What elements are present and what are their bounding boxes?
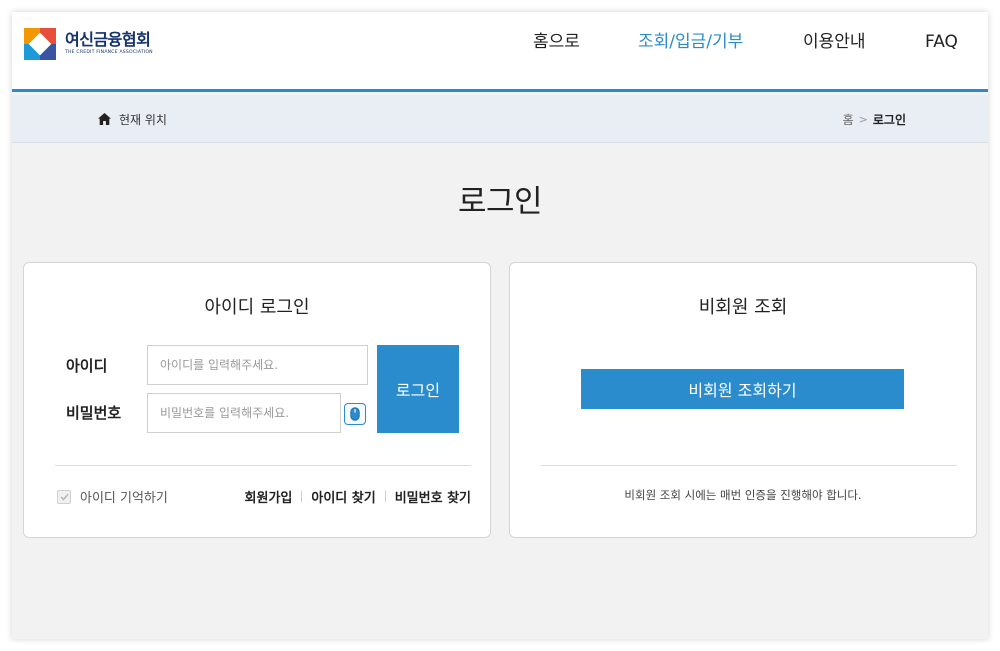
- guest-inquiry-button[interactable]: 비회원 조회하기: [581, 369, 904, 409]
- logo-name: 여신금융협회: [65, 30, 151, 50]
- remember-id: 아이디 기억하기: [57, 487, 168, 506]
- password-input[interactable]: [147, 393, 341, 433]
- site-header: 여신금융협회 THE CREDIT FINANCE ASSOCIATION 홈으…: [12, 12, 988, 92]
- current-location-label: 현재 위치: [119, 112, 167, 127]
- breadcrumb-home[interactable]: 홈: [843, 111, 854, 128]
- nav-home[interactable]: 홈으로: [533, 12, 580, 92]
- id-input[interactable]: [147, 345, 368, 385]
- nav-faq[interactable]: FAQ: [925, 12, 958, 92]
- guest-inquiry-note: 비회원 조회 시에는 매번 인증을 진행해야 합니다.: [624, 488, 862, 502]
- breadcrumb-separator: >: [858, 112, 868, 126]
- guest-inquiry-title: 비회원 조회: [698, 297, 788, 318]
- link-divider: [384, 491, 386, 502]
- page-title: 로그인: [457, 184, 543, 220]
- id-login-title: 아이디 로그인: [204, 297, 310, 318]
- id-login-panel: 아이디 로그인 아이디 비밀번호 로그인 아이디 기억하기 회원가입 아이디 찾…: [23, 262, 491, 538]
- account-links: 회원가입 아이디 찾기 비밀번호 찾기: [245, 487, 471, 506]
- password-label: 비밀번호: [66, 404, 122, 422]
- logo-subtitle: THE CREDIT FINANCE ASSOCIATION: [65, 50, 153, 56]
- guest-inquiry-panel: 비회원 조회 비회원 조회하기 비회원 조회 시에는 매번 인증을 진행해야 합…: [509, 262, 977, 538]
- guest-divider: [541, 465, 957, 466]
- login-divider: [55, 465, 471, 466]
- logo-mark-icon: [24, 28, 56, 60]
- home-icon: [98, 113, 111, 125]
- breadcrumb: 현재 위치 홈 > 로그인: [12, 95, 988, 143]
- mouse-icon: [350, 407, 360, 421]
- site-logo[interactable]: 여신금융협회 THE CREDIT FINANCE ASSOCIATION: [24, 28, 153, 60]
- nav-inquiry-deposit-donation[interactable]: 조회/입금/기부: [638, 12, 744, 92]
- page-frame: 여신금융협회 THE CREDIT FINANCE ASSOCIATION 홈으…: [12, 12, 988, 639]
- check-icon: [59, 493, 69, 501]
- login-button[interactable]: 로그인: [377, 345, 459, 433]
- find-id-link[interactable]: 아이디 찾기: [311, 487, 375, 506]
- remember-id-label[interactable]: 아이디 기억하기: [80, 487, 168, 506]
- id-label: 아이디: [66, 357, 108, 375]
- remember-id-checkbox[interactable]: [57, 489, 71, 504]
- link-divider: [301, 491, 303, 502]
- virtual-keyboard-button[interactable]: [344, 403, 366, 425]
- find-password-link[interactable]: 비밀번호 찾기: [395, 487, 471, 506]
- signup-link[interactable]: 회원가입: [245, 487, 293, 506]
- nav-guide[interactable]: 이용안내: [803, 12, 866, 92]
- breadcrumb-current: 로그인: [872, 112, 906, 127]
